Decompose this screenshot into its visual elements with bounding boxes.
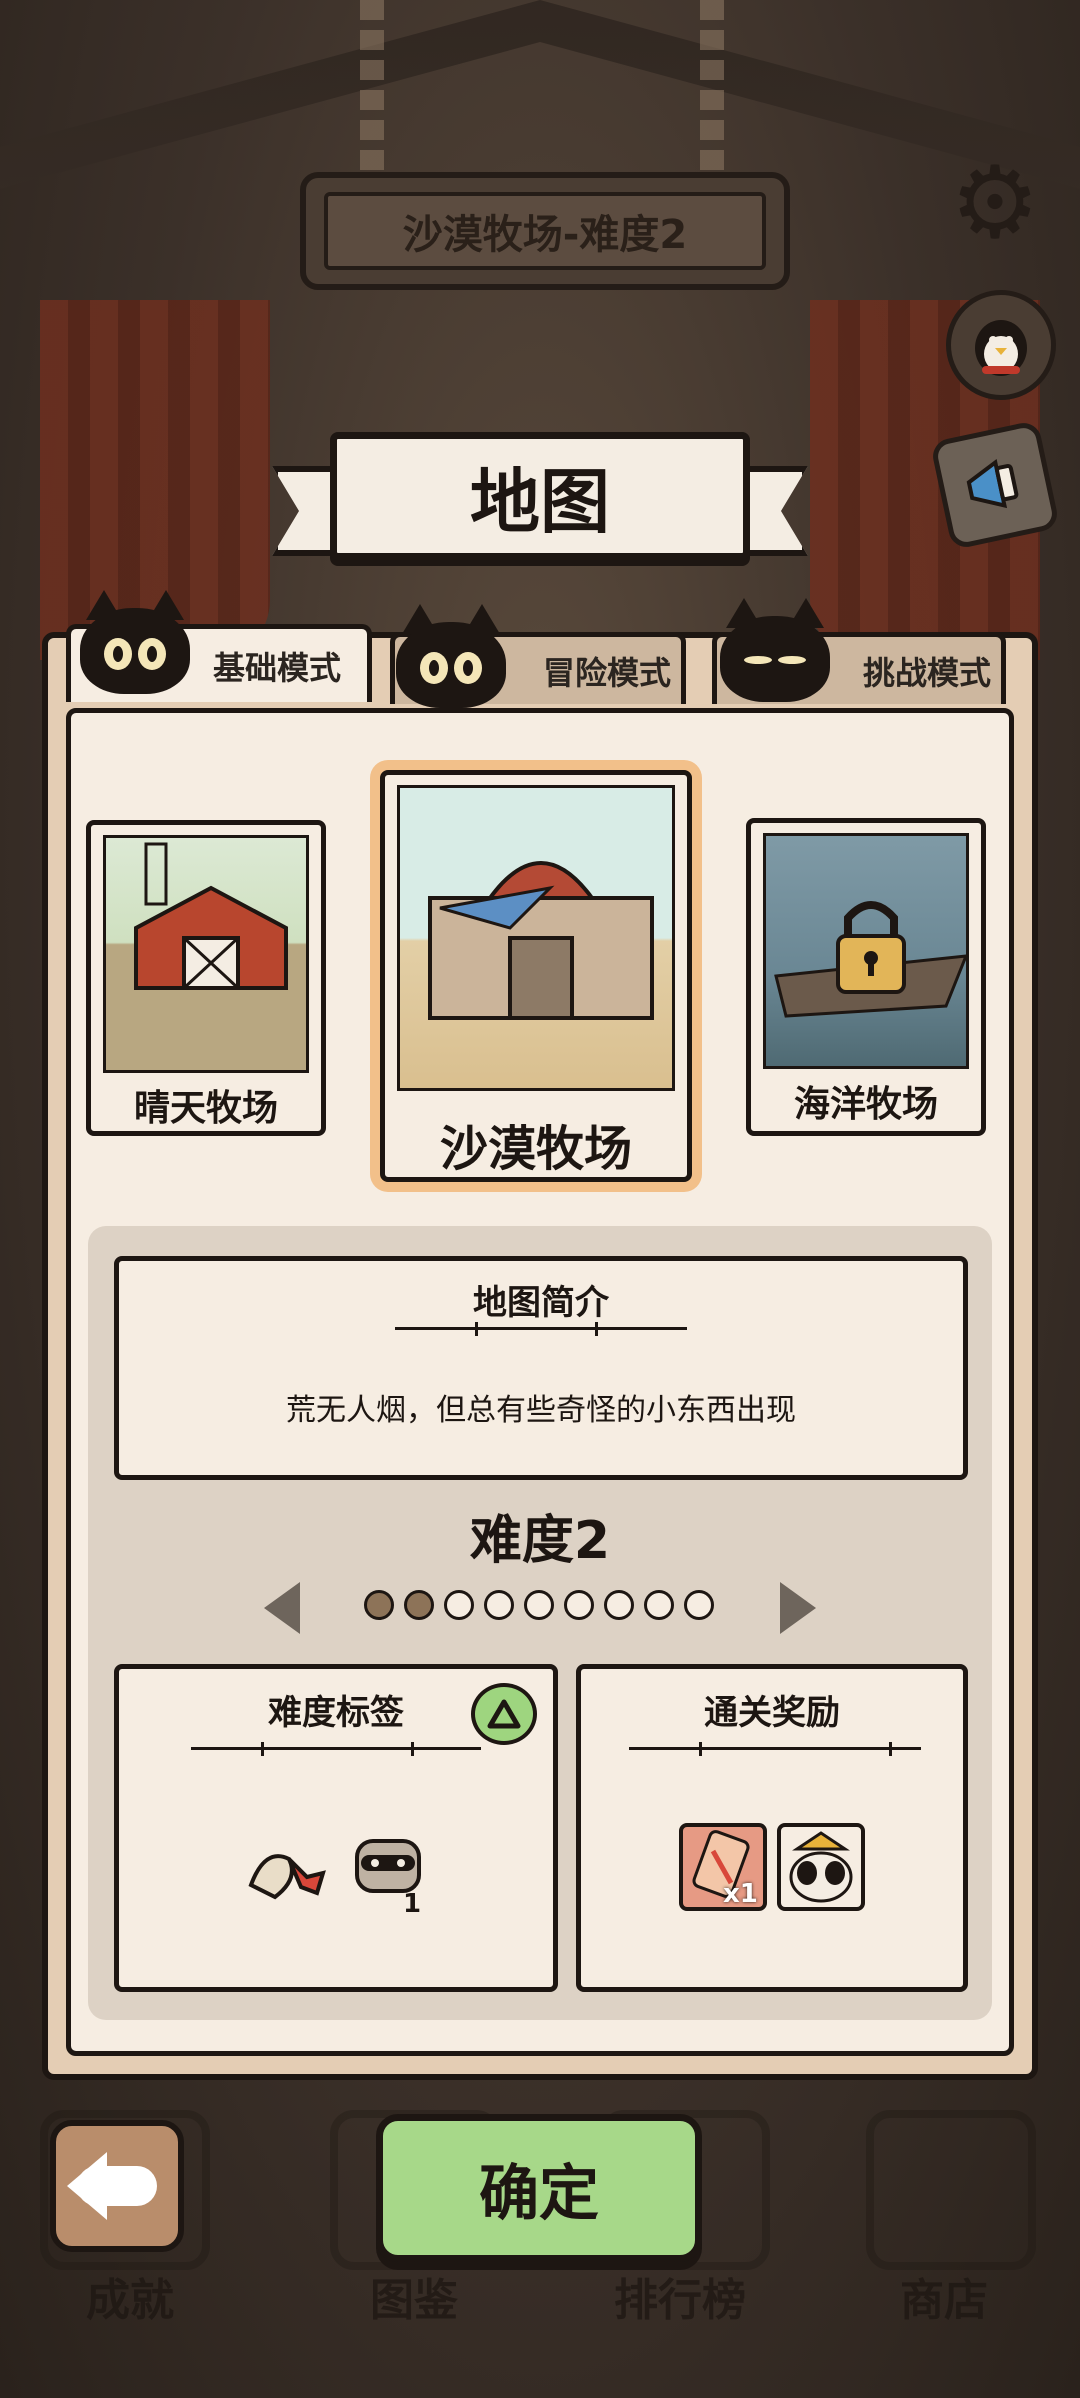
penguin-avatar-icon[interactable] (946, 290, 1056, 400)
difficulty-dot (644, 1590, 674, 1620)
back-arrow-icon (67, 2152, 157, 2220)
cat-mascot-icon (720, 598, 830, 702)
map-intro-box: 地图简介 荒无人烟，但总有些奇怪的小东西出现 (114, 1256, 968, 1480)
rewards-title: 通关奖励 (704, 1693, 840, 1733)
cat-mascot-icon (80, 590, 190, 694)
tab-label: 冒险模式 (543, 653, 672, 692)
next-difficulty-button[interactable] (780, 1582, 816, 1634)
cat-skin-icon (777, 1823, 865, 1911)
confirm-button[interactable]: 确定 (376, 2114, 702, 2262)
difficulty-dot (404, 1590, 434, 1620)
difficulty-tags-box: 难度标签 1 (114, 1664, 558, 1992)
ticket-count: x1 (723, 1879, 758, 1909)
difficulty-dot (564, 1590, 594, 1620)
nav-leaderboard[interactable]: 排行榜 (614, 2264, 746, 2328)
screen-title: 地图 (330, 432, 750, 560)
intro-text: 荒无人烟，但总有些奇怪的小东西出现 (286, 1393, 796, 1428)
map-card-sunny[interactable]: 晴天牧场 (86, 820, 326, 1136)
difficulty-dot (684, 1590, 714, 1620)
tab-label: 挑战模式 (863, 653, 992, 692)
rewards-box: 通关奖励 x1 (576, 1664, 968, 1992)
divider (395, 1322, 687, 1336)
divider (191, 1742, 481, 1756)
map-label: 晴天牧场 (133, 1088, 278, 1129)
difficulty-dot (444, 1590, 474, 1620)
difficulty-label: 难度2 (469, 1511, 611, 1571)
shop-icon (866, 2110, 1036, 2270)
intro-title: 地图简介 (473, 1283, 609, 1323)
stage-title-plaque: 沙漠牧场-难度2 (300, 172, 790, 290)
divider (629, 1742, 921, 1756)
hanging-chain (360, 0, 384, 170)
difficulty-dot (364, 1590, 394, 1620)
nav-collection[interactable]: 图鉴 (370, 2264, 458, 2328)
map-card-ocean[interactable]: 海洋牧场 (746, 818, 986, 1136)
cat-mascot-icon (396, 604, 506, 708)
map-label: 海洋牧场 (793, 1084, 938, 1125)
desert-ranch-image (397, 785, 675, 1091)
ocean-ranch-image (763, 833, 969, 1069)
map-label: 沙漠牧场 (439, 1121, 632, 1177)
difficulty-dot (484, 1590, 514, 1620)
nav-shop[interactable]: 商店 (900, 2264, 988, 2328)
gear-icon[interactable]: ⚙ (940, 148, 1050, 258)
expand-tags-button[interactable] (471, 1683, 537, 1745)
difficulty-indicator (364, 1590, 714, 1620)
map-card-desert[interactable]: 沙漠牧场 (380, 770, 692, 1182)
seed-bag-icon (245, 1839, 329, 1913)
sunny-ranch-image (103, 835, 309, 1073)
stage-title: 沙漠牧场-难度2 (324, 192, 766, 270)
megaphone-icon[interactable] (929, 419, 1061, 551)
difficulty-dot (524, 1590, 554, 1620)
raccoon-count: 1 (403, 1889, 422, 1919)
nav-achievements[interactable]: 成就 (86, 2264, 174, 2328)
back-button[interactable] (50, 2120, 184, 2252)
prev-difficulty-button[interactable] (264, 1582, 300, 1634)
hanging-chain (700, 0, 724, 170)
difficulty-dot (604, 1590, 634, 1620)
tab-label: 基础模式 (213, 648, 342, 687)
